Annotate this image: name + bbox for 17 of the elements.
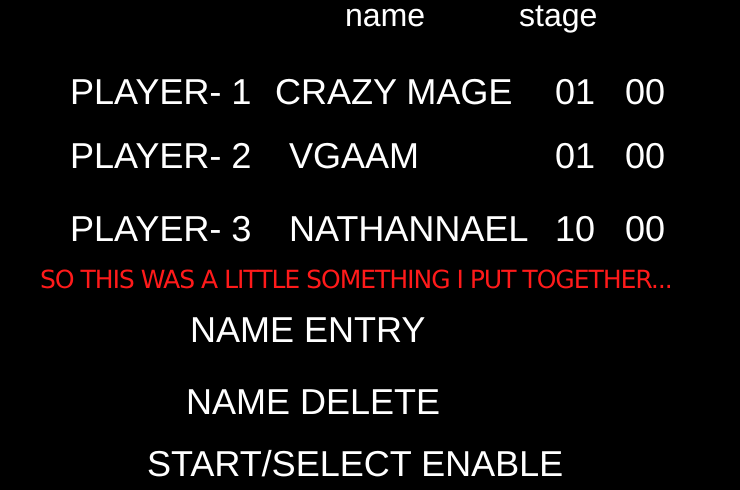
menu-option[interactable]: NAME DELETE [186,381,440,422]
player-label: PLAYER- 3 [70,209,252,249]
caption-text: SO THIS WAS A LITTLE SOMETHING I PUT TOGETHER... [40,265,672,294]
player-label: PLAYER- 1 [70,72,252,112]
player-name: NATHANNAEL [289,208,528,249]
score-number: 00 [625,209,666,249]
score-number: 00 [625,136,666,176]
stage-number: 01 [555,72,596,112]
stage-number: 10 [555,209,596,249]
player-name: VGAAM [289,135,420,176]
column-heading: name [345,0,426,30]
player-label: PLAYER- 2 [70,136,252,176]
stage-number: 01 [555,136,596,176]
menu-option[interactable]: NAME ENTRY [190,309,426,350]
player-name: CRAZY MAGE [275,71,512,112]
score-number: 00 [625,72,666,112]
menu-option[interactable]: START/SELECT ENABLE [147,443,564,484]
